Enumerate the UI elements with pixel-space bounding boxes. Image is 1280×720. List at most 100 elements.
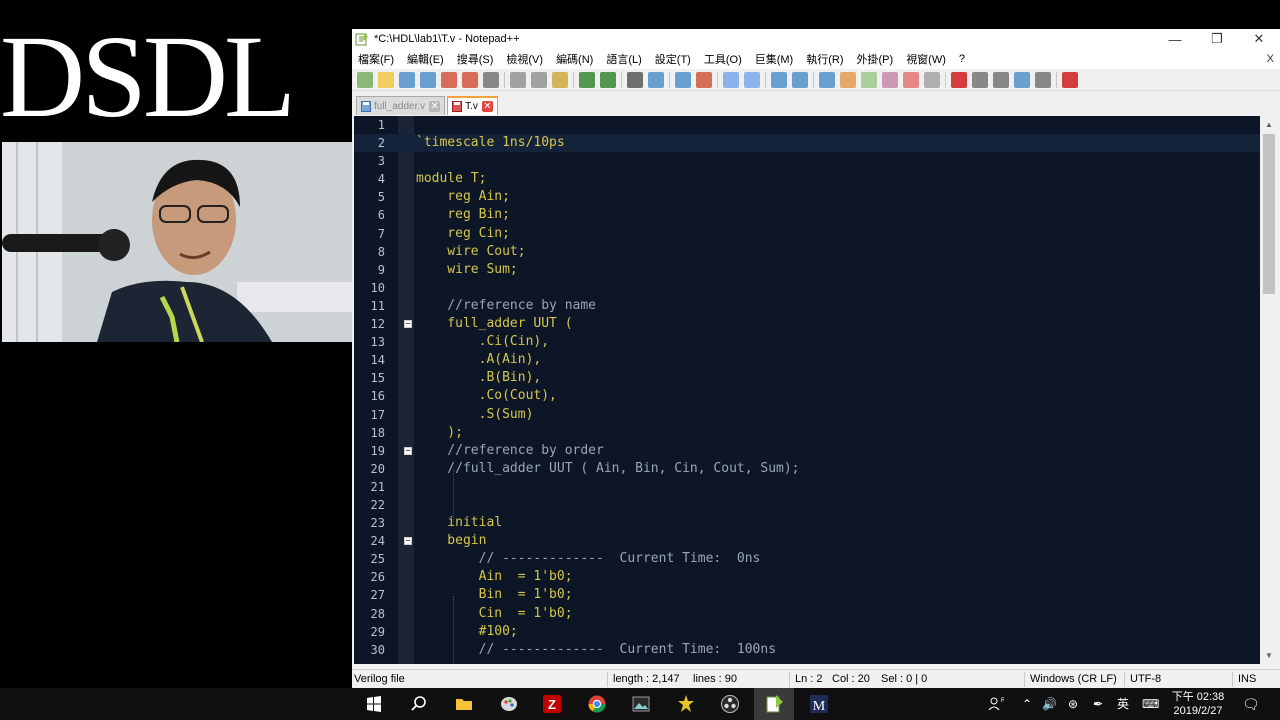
code-line[interactable]: 6 reg Bin; [354, 206, 1260, 224]
tab-close-icon[interactable]: ✕ [429, 100, 441, 112]
volume-icon[interactable]: 🔊 [1042, 688, 1057, 720]
code-line[interactable]: 17 .S(Sum) [354, 406, 1260, 424]
menu-item[interactable]: 巨集(M) [755, 51, 794, 67]
vertical-scrollbar[interactable]: ▲ ▼ [1260, 116, 1278, 664]
code-line[interactable]: 19 − //reference by order [354, 442, 1260, 460]
code-line[interactable]: 13 .Ci(Cin), [354, 333, 1260, 351]
code-line[interactable]: 11 //reference by name [354, 297, 1260, 315]
notepad-plus-plus-taskbar-icon[interactable] [764, 694, 784, 714]
minimize-button[interactable]: — [1154, 32, 1196, 47]
code-line[interactable]: 1 [354, 116, 1260, 134]
menu-item[interactable]: 編輯(E) [407, 51, 444, 67]
run-macro-multiple-icon[interactable] [1014, 71, 1030, 88]
tab-close-icon[interactable]: ✕ [481, 101, 493, 112]
ime-indicator[interactable]: 英 [1117, 688, 1129, 720]
scroll-up-arrow-icon[interactable]: ▲ [1260, 116, 1278, 133]
zoom-in-icon[interactable] [675, 71, 691, 88]
menu-item[interactable]: 視窗(W) [906, 51, 946, 67]
code-line[interactable]: 25 // ------------- Current Time: 0ns [354, 550, 1260, 568]
fold-toggle-icon[interactable]: − [404, 537, 412, 546]
print-icon[interactable] [483, 71, 499, 88]
record-macro-icon[interactable] [951, 71, 967, 88]
play-macro-icon[interactable] [993, 71, 1009, 88]
windows-start-icon[interactable] [364, 694, 384, 714]
code-line[interactable]: 8 wire Cout; [354, 243, 1260, 261]
paint-app-icon[interactable] [499, 694, 519, 714]
fold-toggle-icon[interactable]: − [404, 320, 412, 329]
sync-vertical-icon[interactable] [723, 71, 739, 88]
code-line[interactable]: 16 .Co(Cout), [354, 387, 1260, 405]
close-all-icon[interactable] [462, 71, 478, 88]
code-line[interactable]: 22 [354, 496, 1260, 514]
spell-check-icon[interactable] [1062, 71, 1078, 88]
obs-icon[interactable] [720, 694, 740, 714]
find-icon[interactable] [627, 71, 643, 88]
show-all-chars-icon[interactable] [792, 71, 808, 88]
tab-t-v[interactable]: T.v ✕ [447, 96, 498, 115]
menu-item[interactable]: 編碼(N) [556, 51, 593, 67]
app-shortcut-icon[interactable] [676, 694, 696, 714]
document-map-icon[interactable] [861, 71, 877, 88]
code-editor[interactable]: 1 2 `timescale 1ns/10ps 3 4 module T; 5 reg Ai… [354, 116, 1278, 664]
save-macro-icon[interactable] [1035, 71, 1051, 88]
pen-workspace-icon[interactable]: ✒ [1093, 688, 1103, 720]
close-icon[interactable] [441, 71, 457, 88]
close-document-icon[interactable]: X [1267, 53, 1274, 65]
code-line[interactable]: 14 .A(Ain), [354, 351, 1260, 369]
system-clock[interactable]: 下午 02:38 2019/2/27 [1166, 690, 1230, 718]
notification-center-icon[interactable]: 🗨 [1242, 688, 1260, 720]
user-language-icon[interactable] [840, 71, 856, 88]
code-line[interactable]: 20 //full_adder UUT ( Ain, Bin, Cin, Cou… [354, 460, 1260, 478]
code-line[interactable]: 12 − full_adder UUT ( [354, 315, 1260, 333]
save-all-icon[interactable] [420, 71, 436, 88]
menu-item[interactable]: 設定(T) [655, 51, 691, 67]
replace-icon[interactable] [648, 71, 664, 88]
code-line[interactable]: 21 [354, 478, 1260, 496]
copy-icon[interactable] [531, 71, 547, 88]
code-line[interactable]: 28 Cin = 1'b0; [354, 605, 1260, 623]
code-line[interactable]: 9 wire Sum; [354, 261, 1260, 279]
scroll-down-arrow-icon[interactable]: ▼ [1260, 647, 1278, 664]
indent-guide-icon[interactable] [819, 71, 835, 88]
code-line[interactable]: 2 `timescale 1ns/10ps [354, 134, 1260, 153]
code-line[interactable]: 29 #100; [354, 623, 1260, 641]
code-line[interactable]: 10 [354, 279, 1260, 297]
code-line[interactable]: 4 module T; [354, 170, 1260, 188]
people-icon[interactable]: R [988, 694, 1004, 714]
photos-app-icon[interactable] [631, 694, 651, 714]
code-line[interactable]: 26 Ain = 1'b0; [354, 568, 1260, 586]
paste-icon[interactable] [552, 71, 568, 88]
restore-button[interactable]: ❐ [1196, 31, 1238, 47]
file-explorer-icon[interactable] [454, 694, 474, 714]
menu-item[interactable]: 語言(L) [606, 51, 641, 67]
new-file-icon[interactable] [357, 71, 373, 88]
open-file-icon[interactable] [378, 71, 394, 88]
redo-icon[interactable] [600, 71, 616, 88]
cut-icon[interactable] [510, 71, 526, 88]
word-wrap-icon[interactable] [771, 71, 787, 88]
function-list-icon[interactable] [882, 71, 898, 88]
show-hidden-icons-icon[interactable]: ⌃ [1022, 688, 1032, 720]
fold-toggle-icon[interactable]: − [404, 446, 412, 455]
code-line[interactable]: 23 initial [354, 514, 1260, 532]
menu-item[interactable]: 執行(R) [806, 51, 843, 67]
code-line[interactable]: 3 [354, 152, 1260, 170]
code-line[interactable]: 27 Bin = 1'b0; [354, 586, 1260, 604]
search-icon[interactable] [409, 694, 429, 714]
code-line[interactable]: 18 ); [354, 424, 1260, 442]
menu-item[interactable]: 搜尋(S) [457, 51, 494, 67]
monitoring-icon[interactable] [924, 71, 940, 88]
undo-icon[interactable] [579, 71, 595, 88]
menu-item[interactable]: 工具(O) [704, 51, 742, 67]
modelsim-icon[interactable]: M [809, 694, 829, 714]
tab-full-adder[interactable]: full_adder.v ✕ [356, 96, 446, 115]
menu-item[interactable]: 外掛(P) [857, 51, 894, 67]
code-line[interactable]: 5 reg Ain; [354, 188, 1260, 206]
stop-macro-icon[interactable] [972, 71, 988, 88]
folder-workspace-icon[interactable] [903, 71, 919, 88]
filezilla-icon[interactable]: Z [542, 694, 562, 714]
close-button[interactable]: ✕ [1238, 31, 1280, 47]
network-icon[interactable]: ⊛ [1068, 688, 1078, 720]
menu-item[interactable]: 檔案(F) [358, 51, 394, 67]
code-line[interactable]: 15 .B(Bin), [354, 369, 1260, 387]
